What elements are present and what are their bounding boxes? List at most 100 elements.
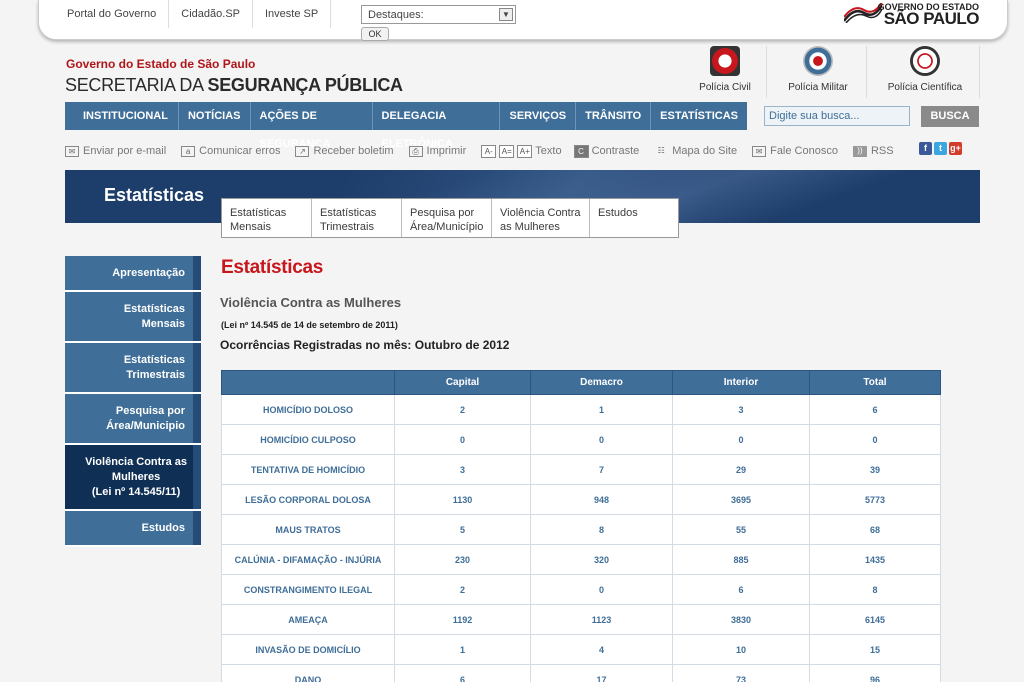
table-header-row: Capital Demacro Interior Total <box>221 370 941 395</box>
mapa-label: Mapa do Site <box>672 145 738 157</box>
subtab-estudos[interactable]: Estudos <box>590 199 646 237</box>
crime-cell[interactable]: CALÚNIA - DIFAMAÇÃO - INJÚRIA <box>221 544 395 575</box>
crime-cell[interactable]: DANO <box>221 664 395 682</box>
search-input[interactable]: Digite sua busca... <box>764 106 910 126</box>
newsletter-tool[interactable]: ↗ Receber boletim <box>295 145 394 157</box>
crime-cell[interactable]: MAUS TRATOS <box>221 514 395 545</box>
email-tool[interactable]: ✉ Enviar por e-mail <box>65 145 166 157</box>
policia-militar-link[interactable]: Polícia Militar <box>782 46 854 96</box>
nav-estatisticas[interactable]: ESTATÍSTICAS <box>651 102 747 130</box>
sidebar-item-label: Estatísticas Mensais <box>123 302 185 330</box>
erros-label: Comunicar erros <box>199 145 281 157</box>
google-plus-icon[interactable]: g+ <box>949 142 962 155</box>
rss-label: RSS <box>870 145 894 157</box>
table-row: DANO 6 17 73 96 <box>221 664 941 682</box>
boletim-label: Receber boletim <box>313 145 394 157</box>
total-cell: 15 <box>809 634 941 665</box>
subtab-estatisticas-trimestrais[interactable]: Estatísticas Trimestrais <box>312 199 402 237</box>
crime-cell[interactable]: HOMICÍDIO DOLOSO <box>221 394 395 425</box>
table-row: LESÃO CORPORAL DOLOSA 1130 948 3695 5773 <box>221 484 941 515</box>
header-total: Total <box>809 370 941 395</box>
crime-cell[interactable]: HOMICÍDIO CULPOSO <box>221 424 395 455</box>
facebook-icon[interactable]: f <box>919 142 932 155</box>
sec-bold: SEGURANÇA PÚBLICA <box>207 75 404 95</box>
contact-tool[interactable]: ✉ Fale Conosco <box>752 145 838 157</box>
nav-institucional[interactable]: INSTITUCIONAL <box>65 102 179 130</box>
demacro-cell: 0 <box>530 424 673 455</box>
link-investe-sp[interactable]: Investe SP <box>253 0 332 28</box>
capital-cell: 5 <box>394 514 531 545</box>
font-decrease-button[interactable]: A- <box>481 144 497 158</box>
divider <box>866 46 867 98</box>
sidebar-item-label: Apresentação <box>112 266 185 279</box>
nav-delegacia-eletronica[interactable]: DELEGACIA ELETRÔNICA <box>373 102 501 150</box>
subtab-estatisticas-mensais[interactable]: Estatísticas Mensais <box>222 199 312 237</box>
capital-cell: 2 <box>394 574 531 605</box>
total-cell: 1435 <box>809 544 941 575</box>
capital-cell: 1192 <box>394 604 531 635</box>
crime-cell[interactable]: AMEAÇA <box>221 604 395 635</box>
main-nav: INSTITUCIONAL NOTÍCIAS AÇÕES DE SEGURANÇ… <box>65 102 747 150</box>
interior-cell: 3830 <box>672 604 810 635</box>
capital-cell: 6 <box>394 664 531 682</box>
interior-cell: 29 <box>672 454 810 485</box>
crime-cell[interactable]: INVASÃO DE DOMICÍLIO <box>221 634 395 665</box>
subtab-pesquisa-area[interactable]: Pesquisa por Área/Município <box>402 199 492 237</box>
nav-noticias[interactable]: NOTÍCIAS <box>179 102 251 130</box>
demacro-cell: 8 <box>530 514 673 545</box>
chevron-down-icon[interactable]: ▼ <box>499 8 513 21</box>
nav-acoes-seguranca[interactable]: AÇÕES DE SEGURANÇA <box>251 102 373 150</box>
demacro-cell: 1 <box>530 394 673 425</box>
government-top-bar: Portal do Governo Cidadão.SP Investe SP … <box>38 0 1008 41</box>
sidebar-item-trimestrais[interactable]: Estatísticas Trimestrais <box>65 343 201 394</box>
search-button[interactable]: BUSCA <box>921 106 979 127</box>
envelope-icon: ✉ <box>65 145 79 157</box>
nav-transito[interactable]: TRÂNSITO <box>576 102 652 130</box>
sitemap-tool[interactable]: ☷ Mapa do Site <box>654 145 737 157</box>
crime-cell[interactable]: LESÃO CORPORAL DOLOSA <box>221 484 395 515</box>
crime-cell[interactable]: CONSTRANGIMENTO ILEGAL <box>221 574 395 605</box>
policia-cientifica-link[interactable]: Polícia Científica <box>882 46 968 96</box>
ok-button[interactable]: OK <box>361 27 389 41</box>
sidebar-item-violencia-mulheres[interactable]: Violência Contra as Mulheres (Lei nº 14.… <box>65 445 201 511</box>
banner-title: Estatísticas <box>104 185 205 205</box>
nav-servicos[interactable]: SERVIÇOS <box>500 102 577 130</box>
link-portal-governo[interactable]: Portal do Governo <box>55 0 170 28</box>
header-empty <box>221 370 395 395</box>
policia-civil-link[interactable]: Polícia Civil <box>694 46 756 96</box>
destaques-select[interactable]: Destaques: ▼ <box>361 5 516 24</box>
subtab-violencia-mulheres[interactable]: Violência Contra as Mulheres <box>492 199 590 237</box>
sao-paulo-logo[interactable]: GOVERNO DO ESTADO SÃO PAULO <box>844 0 980 28</box>
demacro-cell: 0 <box>530 574 673 605</box>
table-row: HOMICÍDIO CULPOSO 0 0 0 0 <box>221 424 941 455</box>
sidebar-item-apresentacao[interactable]: Apresentação <box>65 256 201 292</box>
rss-tool[interactable]: )) RSS <box>852 145 894 157</box>
email-label: Enviar por e-mail <box>83 145 167 157</box>
contrast-tool[interactable]: C Contraste <box>573 144 640 158</box>
sidebar-item-label: Violência Contra as Mulheres (Lei nº 14.… <box>85 455 187 498</box>
page-title: Estatísticas <box>221 257 324 278</box>
destaques-value: Destaques: <box>368 9 424 21</box>
demacro-cell: 948 <box>530 484 673 515</box>
contraste-label: Contraste <box>591 145 640 157</box>
crime-cell[interactable]: TENTATIVA DE HOMICÍDIO <box>221 454 395 485</box>
print-label: Imprimir <box>426 145 467 157</box>
table-row: HOMICÍDIO DOLOSO 2 1 3 6 <box>221 394 941 425</box>
secretaria-title[interactable]: SECRETARIA DA SEGURANÇA PÚBLICA <box>65 75 403 96</box>
print-tool[interactable]: ⎙ Imprimir <box>408 145 467 157</box>
link-cidadao-sp[interactable]: Cidadão.SP <box>169 0 253 28</box>
printer-icon: ⎙ <box>408 145 423 157</box>
total-cell: 39 <box>809 454 941 485</box>
twitter-icon[interactable]: t <box>934 142 947 155</box>
sidebar-item-estudos[interactable]: Estudos <box>65 511 201 547</box>
table-body: HOMICÍDIO DOLOSO 2 1 3 6 HOMICÍDIO CULPOSO 0 0 0… <box>221 394 941 682</box>
gov-name: Governo do Estado de São Paulo <box>66 57 256 71</box>
font-reset-button[interactable]: A= <box>499 144 515 158</box>
sidebar-item-pesquisa[interactable]: Pesquisa por Área/Municipio <box>65 394 201 445</box>
sidebar-item-mensais[interactable]: Estatísticas Mensais <box>65 292 201 343</box>
report-errors-tool[interactable]: a Comunicar erros <box>181 145 280 157</box>
capital-cell: 2 <box>394 394 531 425</box>
capital-cell: 3 <box>394 454 531 485</box>
font-increase-button[interactable]: A+ <box>517 144 533 158</box>
demacro-cell: 320 <box>530 544 673 575</box>
